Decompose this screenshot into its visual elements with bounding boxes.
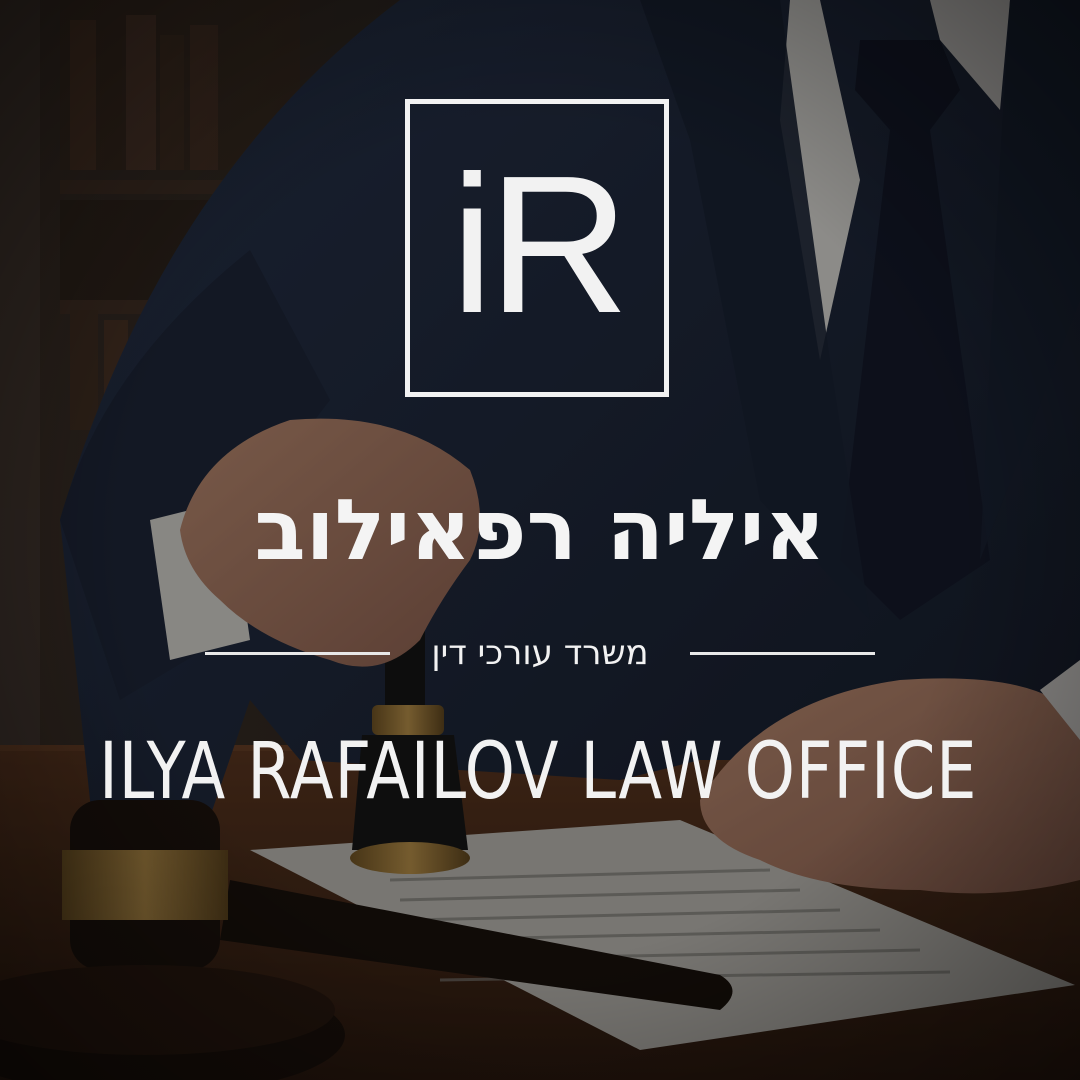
background-photo: iR איליה רפאילוב משרד עורכי דין ILYA RAF… (0, 0, 1080, 1080)
photo-illustration (0, 0, 1080, 1080)
